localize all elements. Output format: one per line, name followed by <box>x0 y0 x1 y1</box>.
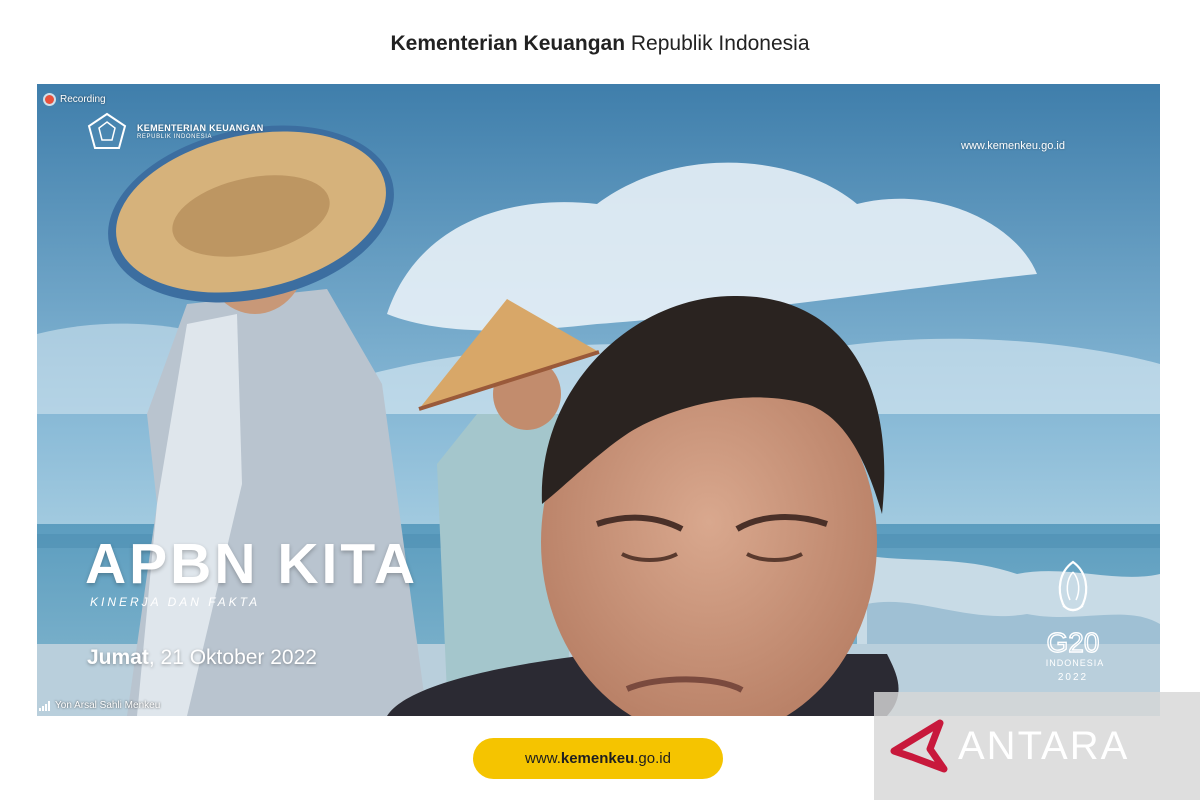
meeting-video-frame[interactable]: Recording KEMENTERIAN KEUANGAN REPUBLIK … <box>37 84 1160 716</box>
recording-indicator: Recording <box>45 94 106 105</box>
ministry-emblem-icon <box>87 112 127 149</box>
overlay-url: www.kemenkeu.go.id <box>961 140 1065 152</box>
program-title: APBN KITA <box>85 532 419 596</box>
url-prefix: www. <box>525 750 561 767</box>
recording-label: Recording <box>60 94 106 105</box>
broadcast-date: Jumat, 21 Oktober 2022 <box>87 646 317 670</box>
page-title-bold: Kementerian Keuangan <box>390 32 626 55</box>
url-suffix: .go.id <box>634 750 671 767</box>
participant-name: Yon Arsal Sahli Menkeu <box>55 700 161 711</box>
url-bold: kemenkeu <box>560 750 635 767</box>
g20-year: 2022 <box>1058 672 1088 683</box>
broadcast-date-rest: , 21 Oktober 2022 <box>148 646 317 669</box>
g20-country: INDONESIA <box>1046 658 1105 668</box>
recording-icon <box>45 95 54 104</box>
ministry-logo: KEMENTERIAN KEUANGAN REPUBLIK INDONESIA <box>85 112 264 152</box>
ministry-country: REPUBLIK INDONESIA <box>137 133 213 140</box>
antara-watermark: ANTARA <box>874 692 1200 800</box>
antara-text: ANTARA <box>958 723 1130 768</box>
page-title: Kementerian Keuangan Republik Indonesia <box>0 32 1200 56</box>
ministry-name: KEMENTERIAN KEUANGAN <box>137 122 264 133</box>
video-scene <box>37 84 1160 716</box>
kemenkeu-website-link[interactable]: www. kemenkeu .go.id <box>473 738 723 779</box>
antara-logo-icon <box>890 719 948 773</box>
signal-bars-icon <box>39 701 50 711</box>
participant-label: Yon Arsal Sahli Menkeu <box>39 700 160 711</box>
broadcast-date-day: Jumat <box>87 646 149 669</box>
page-title-light: Republik Indonesia <box>625 32 810 55</box>
g20-emblem-icon <box>1058 560 1088 612</box>
g20-text: G20 <box>1047 627 1100 658</box>
g20-logo: G20 INDONESIA 2022 <box>1046 560 1105 683</box>
program-subtitle: KINERJA DAN FAKTA <box>90 595 261 609</box>
